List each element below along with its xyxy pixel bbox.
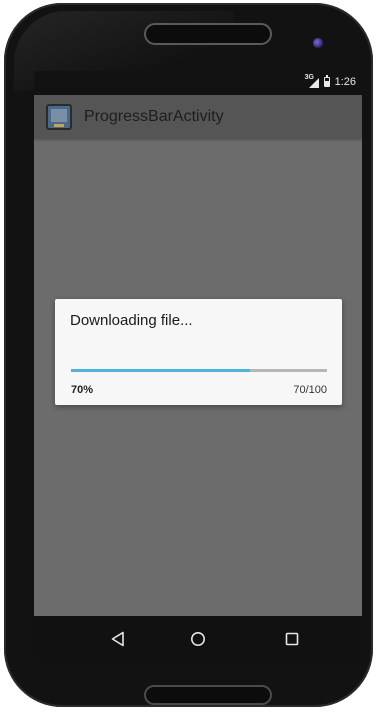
- progress-bar-fill: [71, 369, 251, 372]
- recent-apps-button[interactable]: [262, 616, 322, 662]
- progress-count: 70/100: [293, 384, 327, 396]
- navigation-bar: [34, 616, 362, 662]
- back-triangle-icon: [111, 631, 125, 647]
- status-bar: 3G 1:26: [34, 71, 362, 95]
- home-button[interactable]: [168, 616, 228, 662]
- recent-apps-square-icon: [285, 632, 299, 646]
- app-launcher-icon: [46, 104, 72, 130]
- back-button[interactable]: [88, 616, 148, 662]
- front-camera-icon: [313, 38, 323, 48]
- progress-percent: 70%: [71, 384, 94, 396]
- progress-bar: [71, 369, 327, 372]
- page-title: ProgressBarActivity: [84, 108, 224, 125]
- cell-signal-icon: 3G: [305, 74, 319, 88]
- action-bar: ProgressBarActivity: [34, 95, 362, 139]
- battery-icon: [323, 75, 330, 87]
- signal-bars: [308, 78, 319, 88]
- bottom-speaker: [144, 685, 272, 705]
- home-circle-icon: [190, 631, 206, 647]
- status-icons: 3G 1:26: [305, 74, 356, 88]
- progress-dialog: Downloading file... 70% 70/100: [55, 299, 342, 405]
- device-screen: 3G 1:26 ProgressBarActivity Downloading …: [34, 71, 362, 662]
- dialog-message: Downloading file...: [70, 312, 193, 329]
- status-time: 1:26: [334, 76, 356, 88]
- earpiece-speaker: [144, 23, 272, 45]
